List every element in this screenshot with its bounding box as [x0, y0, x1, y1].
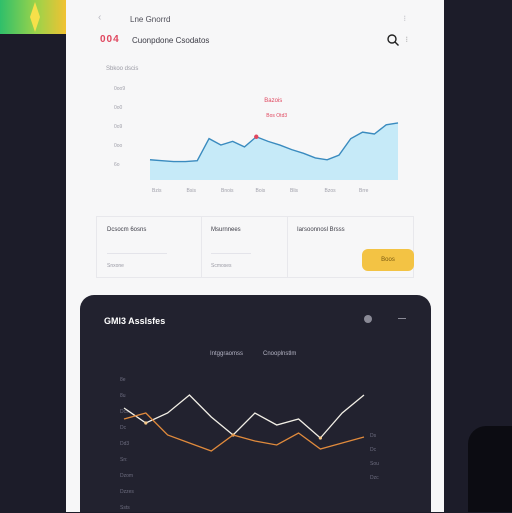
minimize-icon[interactable] [398, 318, 406, 319]
annotation-title: Bazois [264, 98, 282, 104]
top-bar-title: Lne Gnorrd [130, 15, 171, 24]
data-point [318, 436, 322, 440]
search-icon[interactable] [386, 33, 400, 47]
x-tick-label: Brre [359, 188, 369, 194]
tab-integrations[interactable]: Intggraomss [210, 351, 243, 357]
y-tick-label: Sn: [120, 457, 128, 463]
panel-title: GMl3 Asslsfes [104, 316, 166, 326]
y-tick-label: 0o0 [114, 105, 123, 111]
y-tick-label: 0oo9 [114, 86, 125, 92]
stat-sub: Scmoses [211, 263, 232, 269]
y-tick-label: 6o [114, 162, 120, 168]
header: 004 Cuonpdone Csodatos ⁝ [66, 30, 444, 52]
annotation-sub: Bos Otd3 [266, 113, 287, 119]
x-tick-label: Bsis [187, 188, 197, 194]
app-name: Cuonpdone Csodatos [132, 36, 210, 45]
x-tick-label: Bnois [221, 188, 234, 194]
back-icon[interactable]: ‹ [98, 12, 101, 23]
y-tick-label: 0oo [114, 143, 123, 149]
line-chart-svg: 8e8uDcsDcDd3Sn:DzomDzzesSstsDsDcSouDzc [120, 377, 379, 511]
y-tick-label: Dzzes [120, 489, 134, 495]
stat-label: Iarsoonnosl Brsss [297, 227, 345, 233]
right-tick-label: Ds [370, 433, 377, 439]
x-tick-label: Bois [256, 188, 266, 194]
menu-icon[interactable]: ⁝ [403, 14, 406, 23]
y-tick-label: Dzom [120, 473, 133, 479]
right-tick-label: Dzc [370, 475, 379, 481]
stat-sub: Snxone [107, 263, 124, 269]
x-tick-label: Bzos [325, 188, 337, 194]
stat-column: Msurnnees Scmoses [201, 217, 287, 277]
more-icon[interactable]: ⁝ [405, 35, 408, 44]
right-tick-label: Sou [370, 461, 379, 467]
stat-column: Dcsocm 6osns Snxone [97, 217, 201, 277]
x-tick-label: Blis [290, 188, 299, 194]
y-tick-label: 8u [120, 393, 126, 399]
y-tick-label: Dd3 [120, 441, 129, 447]
top-bar: ‹ Lne Gnorrd ⁝ [66, 0, 444, 30]
settings-icon[interactable] [364, 315, 372, 323]
panel-tabs: Intggraomss Cnooplnstlm [80, 351, 431, 363]
y-tick-label: Dc [120, 425, 127, 431]
logo: 004 [100, 34, 120, 45]
right-tick-label: Dc [370, 447, 377, 453]
series-line-0 [123, 394, 365, 439]
tab-completion[interactable]: Cnooplnstlm [263, 351, 296, 357]
data-point [144, 421, 148, 425]
y-tick-label: 0o9 [114, 124, 123, 130]
corner-decoration [0, 0, 66, 34]
area-chart-svg: 0oo9 0o0 0o9 0oo 6o Bazois Bos Otd3 Bzis Bsis Bno… [114, 86, 399, 194]
stat-label: Dcsocm 6osns [107, 227, 147, 233]
background-shape [468, 426, 512, 512]
peak-marker [254, 134, 259, 139]
stat-divider-line [107, 253, 167, 254]
area-chart: 0oo9 0o0 0o9 0oo 6o Bazois Bos Otd3 Bzis Bsis Bno… [110, 82, 410, 200]
primary-button[interactable]: Boos [362, 249, 414, 271]
series-line-1 [123, 412, 365, 452]
y-tick-label: 8e [120, 377, 126, 383]
line-chart: 8e 8u Dcs Dc Dd3 Sn: Dzom Dzzes Ssts Ds Dc Sou Dzc [114, 373, 404, 513]
chart-subtitle: Sbkoo dscis [106, 66, 139, 72]
x-tick-label: Bzis [152, 188, 162, 194]
area-fill [150, 122, 398, 180]
stat-label: Msurnnees [211, 227, 241, 233]
stat-divider-line [211, 253, 251, 254]
dark-analytics-panel: GMl3 Asslsfes Intggraomss Cnooplnstlm 8e… [80, 295, 431, 512]
y-tick-label: Ssts [120, 505, 130, 511]
sparkle-icon [30, 2, 40, 32]
